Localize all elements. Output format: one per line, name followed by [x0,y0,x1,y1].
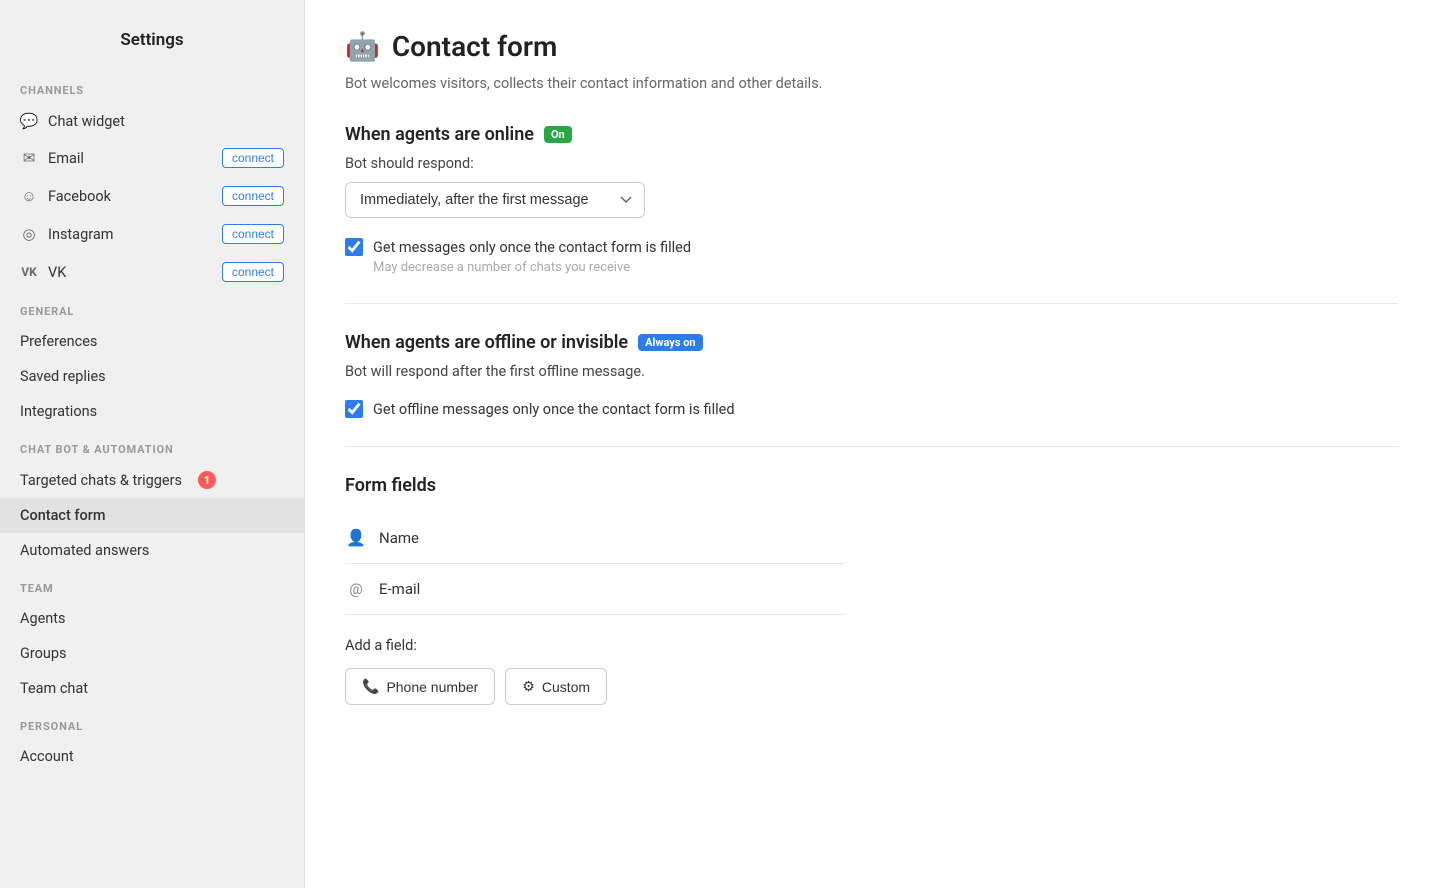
add-field-label: Add a field: [345,637,1398,654]
main-content: 🤖 Contact form Bot welcomes visitors, co… [305,0,1448,888]
email-connect-button[interactable]: connect [222,148,284,168]
bot-respond-label: Bot should respond: [345,155,1398,172]
targeted-chats-badge: 1 [198,471,216,489]
custom-button-label: Custom [542,679,590,695]
online-checkbox-hint: May decrease a number of chats you recei… [373,260,1398,275]
online-tag: On [544,126,572,143]
sidebar: Settings CHANNELS 💬 Chat widget ✉ Email … [0,0,305,888]
offline-section-title: When agents are offline or invisible [345,332,628,353]
custom-field-button[interactable]: ⚙ Custom [505,668,607,705]
facebook-connect-button[interactable]: connect [222,186,284,206]
online-section-title: When agents are online [345,124,534,145]
sidebar-item-agents[interactable]: Agents [0,601,304,636]
sidebar-item-email[interactable]: ✉ Email connect [0,139,304,177]
name-field-label: Name [379,529,419,547]
sidebar-item-label: VK [48,264,66,281]
section-divider [345,303,1398,304]
sidebar-item-integrations[interactable]: Integrations [0,394,304,429]
contact-form-icon: 🤖 [345,30,380,63]
section-team: TEAM [0,568,304,601]
section-divider-2 [345,446,1398,447]
phone-number-button[interactable]: 📞 Phone number [345,668,495,705]
form-fields-title: Form fields [345,475,1398,496]
section-general: GENERAL [0,291,304,324]
email-field-row: @ E-mail [345,564,845,615]
sidebar-item-targeted-chats[interactable]: Targeted chats & triggers 1 [0,462,304,498]
offline-checkbox-row: Get offline messages only once the conta… [345,400,1398,418]
sidebar-item-saved-replies[interactable]: Saved replies [0,359,304,394]
sidebar-item-groups[interactable]: Groups [0,636,304,671]
page-description: Bot welcomes visitors, collects their co… [345,75,1398,92]
sidebar-item-label: Integrations [20,403,97,420]
sidebar-item-label: Email [48,150,84,167]
sidebar-item-label: Instagram [48,226,113,243]
email-icon: ✉ [20,149,38,167]
facebook-icon: ☺ [20,187,38,205]
section-channels: CHANNELS [0,70,304,103]
sidebar-item-label: Chat widget [48,113,125,130]
sidebar-item-label: Contact form [20,507,106,524]
online-checkbox-label: Get messages only once the contact form … [373,239,691,256]
sidebar-item-account[interactable]: Account [0,739,304,774]
always-on-tag: Always on [638,334,702,351]
page-header: 🤖 Contact form [345,30,1398,63]
phone-button-label: Phone number [386,679,478,695]
vk-connect-button[interactable]: connect [222,262,284,282]
sidebar-item-label: Targeted chats & triggers [20,472,182,489]
page-title: Contact form [392,30,557,63]
sidebar-item-contact-form[interactable]: Contact form [0,498,304,533]
sidebar-item-facebook[interactable]: ☺ Facebook connect [0,177,304,215]
email-field-label: E-mail [379,580,420,598]
online-checkbox-row: Get messages only once the contact form … [345,238,1398,256]
instagram-connect-button[interactable]: connect [222,224,284,244]
online-section-header: When agents are online On [345,124,1398,145]
sidebar-item-label: Facebook [48,188,111,205]
offline-description: Bot will respond after the first offline… [345,363,1398,380]
custom-icon: ⚙ [522,678,535,695]
sidebar-title: Settings [0,20,304,70]
sidebar-item-label: Saved replies [20,368,106,385]
offline-section-header: When agents are offline or invisible Alw… [345,332,1398,353]
sidebar-item-label: Preferences [20,333,97,350]
chat-widget-icon: 💬 [20,112,38,130]
email-field-icon: @ [345,580,367,598]
bot-respond-dropdown[interactable]: Immediately, after the first message Aft… [345,182,645,218]
sidebar-item-preferences[interactable]: Preferences [0,324,304,359]
online-checkbox[interactable] [345,238,363,256]
sidebar-item-vk[interactable]: VK VK connect [0,253,304,291]
section-personal: PERSONAL [0,706,304,739]
instagram-icon: ◎ [20,225,38,243]
sidebar-item-instagram[interactable]: ◎ Instagram connect [0,215,304,253]
name-field-row: 👤 Name [345,512,845,564]
sidebar-item-label: Account [20,748,74,765]
sidebar-item-label: Team chat [20,680,88,697]
sidebar-item-label: Groups [20,645,67,662]
add-field-buttons: 📞 Phone number ⚙ Custom [345,668,1398,705]
phone-icon: 📞 [362,678,379,695]
offline-checkbox[interactable] [345,400,363,418]
section-chatbot: CHAT BOT & AUTOMATION [0,429,304,462]
sidebar-item-chat-widget[interactable]: 💬 Chat widget [0,103,304,139]
vk-icon: VK [20,263,38,281]
sidebar-item-label: Agents [20,610,66,627]
offline-checkbox-label: Get offline messages only once the conta… [373,401,735,418]
sidebar-item-label: Automated answers [20,542,149,559]
sidebar-item-automated-answers[interactable]: Automated answers [0,533,304,568]
name-field-icon: 👤 [345,528,367,547]
sidebar-item-team-chat[interactable]: Team chat [0,671,304,706]
